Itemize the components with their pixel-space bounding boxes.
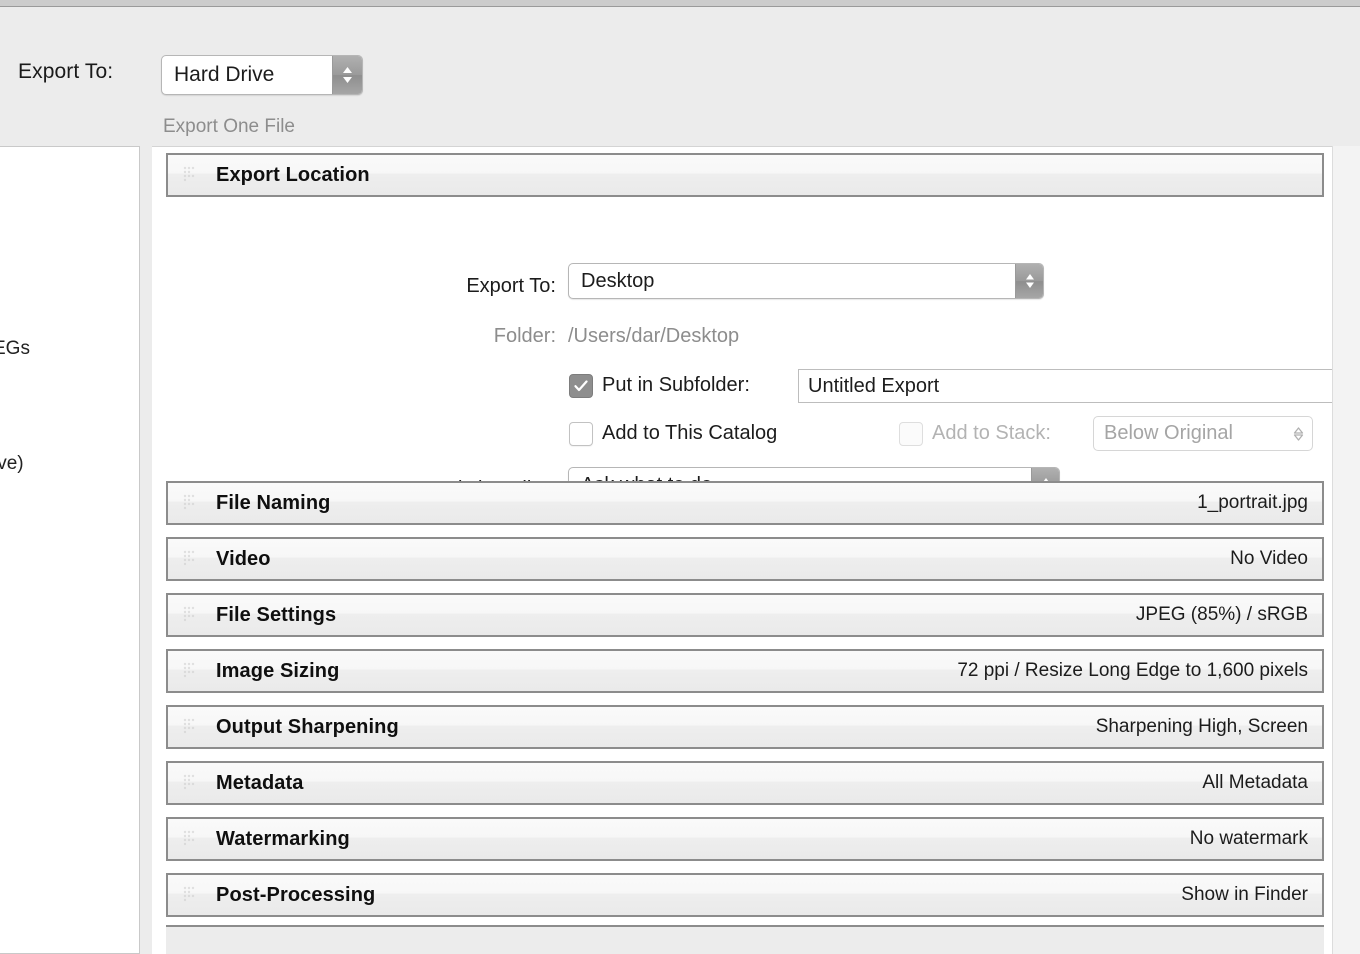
- stack-position-value: Below Original: [1104, 422, 1233, 444]
- add-to-catalog-label: Add to This Catalog: [602, 422, 778, 444]
- section-header-watermarking[interactable]: Watermarking No watermark: [166, 817, 1324, 861]
- disclosure-grip-icon: [182, 493, 198, 513]
- export-to-folder-value: Desktop: [581, 269, 655, 292]
- put-in-subfolder-checkbox[interactable]: [569, 374, 593, 398]
- section-body-export-location: Export To: Desktop Folder: /Users/dar/De…: [166, 197, 1360, 503]
- disclosure-grip-icon: [182, 165, 198, 185]
- export-destination-popup[interactable]: Hard Drive: [161, 55, 363, 95]
- section-summary: No Video: [1230, 548, 1308, 569]
- subfolder-name-input[interactable]: [798, 369, 1360, 403]
- panel-divider: [141, 146, 152, 954]
- preset-list-item[interactable]: EGs: [0, 338, 30, 360]
- export-settings-panel: Export Location Export To: Desktop Folde…: [152, 146, 1360, 954]
- add-to-stack-checkbox: [899, 422, 923, 446]
- folder-path-value: /Users/dar/Desktop: [568, 325, 740, 347]
- section-summary: 1_portrait.jpg: [1197, 492, 1308, 513]
- section-header-metadata[interactable]: Metadata All Metadata: [166, 761, 1324, 805]
- section-summary: 72 ppi / Resize Long Edge to 1,600 pixel…: [957, 660, 1308, 681]
- section-summary: No watermark: [1189, 828, 1308, 849]
- section-title: File Naming: [216, 491, 331, 514]
- section-title: File Settings: [216, 603, 337, 626]
- header-subtitle: Export One File: [163, 116, 295, 137]
- section-summary: JPEG (85%) / sRGB: [1135, 604, 1308, 625]
- disclosure-grip-icon: [182, 885, 198, 905]
- section-header-output-sharpening[interactable]: Output Sharpening Sharpening High, Screen: [166, 705, 1324, 749]
- export-destination-value: Hard Drive: [174, 63, 275, 86]
- disclosure-grip-icon: [182, 549, 198, 569]
- put-in-subfolder-label: Put in Subfolder:: [602, 374, 750, 396]
- section-header-video[interactable]: Video No Video: [166, 537, 1324, 581]
- section-title: Post-Processing: [216, 883, 376, 906]
- disclosure-grip-icon: [182, 829, 198, 849]
- preset-list-panel[interactable]: EGs ive): [0, 146, 140, 954]
- panel-right-margin: [1332, 146, 1360, 954]
- up-down-chevron-icon: [1015, 264, 1043, 298]
- section-header-post-processing[interactable]: Post-Processing Show in Finder: [166, 873, 1324, 917]
- dialog-header: Export To: Hard Drive Export One File: [0, 8, 1360, 146]
- export-to-label: Export To:: [466, 275, 556, 297]
- header-export-to-label: Export To:: [18, 60, 114, 83]
- stack-position-popup: Below Original: [1093, 416, 1313, 451]
- section-header-file-naming[interactable]: File Naming 1_portrait.jpg: [166, 481, 1324, 525]
- checkmark-icon: [574, 380, 588, 392]
- preset-list-item[interactable]: ive): [0, 453, 24, 475]
- section-header-file-settings[interactable]: File Settings JPEG (85%) / sRGB: [166, 593, 1324, 637]
- disclosure-grip-icon: [182, 661, 198, 681]
- section-summary: Sharpening High, Screen: [1095, 716, 1308, 737]
- export-dialog-window: Export To: Hard Drive Export One File EG…: [0, 0, 1360, 954]
- section-header-export-location[interactable]: Export Location: [166, 153, 1324, 197]
- export-to-folder-popup[interactable]: Desktop: [568, 263, 1044, 299]
- add-to-stack-label: Add to Stack:: [932, 422, 1051, 444]
- panel-bottom-filler: [166, 925, 1324, 954]
- section-summary: All Metadata: [1202, 772, 1308, 793]
- section-title: Export Location: [216, 163, 370, 186]
- section-title: Video: [216, 547, 271, 570]
- disclosure-grip-icon: [182, 773, 198, 793]
- section-title: Image Sizing: [216, 659, 340, 682]
- section-title: Watermarking: [216, 827, 350, 850]
- section-header-image-sizing[interactable]: Image Sizing 72 ppi / Resize Long Edge to…: [166, 649, 1324, 693]
- window-chrome-strip: [0, 0, 1360, 7]
- add-to-catalog-checkbox[interactable]: [569, 422, 593, 446]
- disclosure-grip-icon: [182, 605, 198, 625]
- section-title: Metadata: [216, 771, 304, 794]
- section-summary: Show in Finder: [1181, 884, 1308, 905]
- up-down-chevron-icon: [332, 56, 362, 94]
- up-down-chevron-icon: [1284, 424, 1312, 444]
- section-title: Output Sharpening: [216, 715, 399, 738]
- disclosure-grip-icon: [182, 717, 198, 737]
- folder-label: Folder:: [493, 325, 556, 347]
